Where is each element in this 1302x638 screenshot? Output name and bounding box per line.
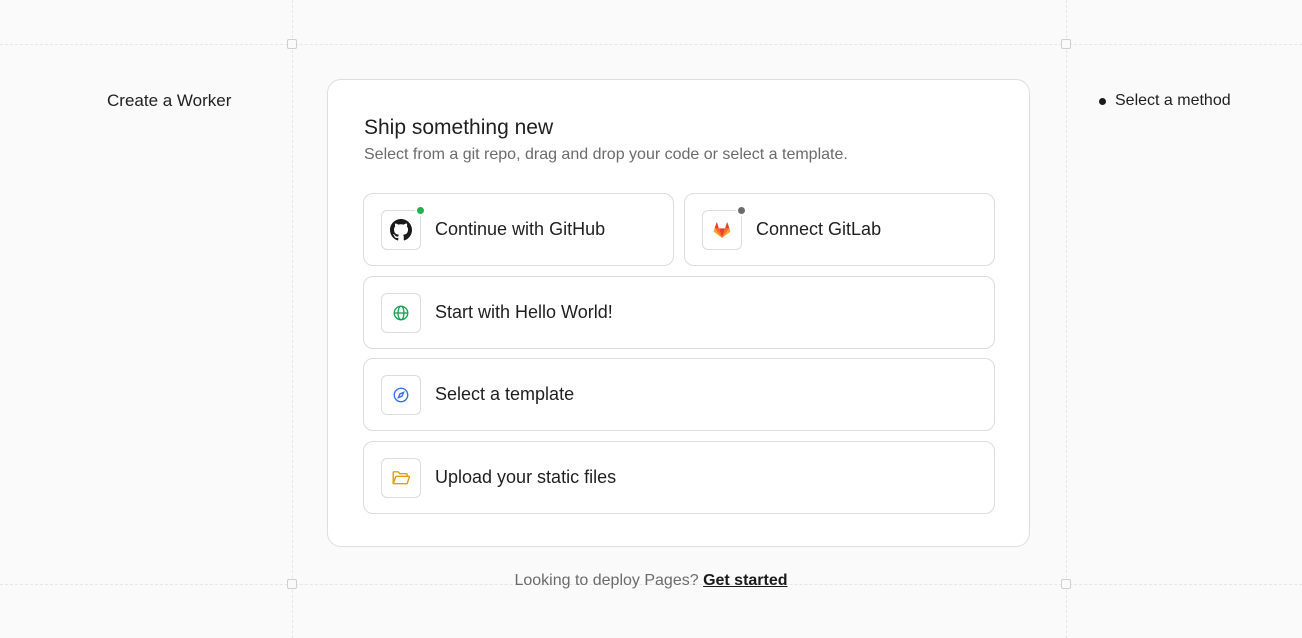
option-label: Select a template (435, 384, 575, 404)
step-select-method: Select a method (1099, 92, 1231, 110)
card-subtitle: Select from a git repo, drag and drop yo… (364, 146, 848, 163)
corner-marker (1061, 39, 1071, 49)
start-hello-world-button[interactable]: Start with Hello World! (363, 276, 995, 349)
stage: Create a Worker Select a method Ship som… (0, 0, 1302, 638)
guide-line-right (1066, 0, 1067, 638)
corner-marker (287, 39, 297, 49)
step-label: Select a method (1115, 92, 1231, 109)
option-label: Continue with GitHub (435, 219, 606, 239)
compass-icon (381, 374, 421, 415)
gitlab-icon (702, 204, 747, 250)
guide-line-top (0, 44, 1302, 45)
method-card: Ship something new Select from a git rep… (327, 79, 1030, 547)
disconnected-status-dot (736, 204, 747, 216)
footer-text: Looking to deploy Pages? (514, 572, 699, 589)
pages-footer: Looking to deploy Pages? Get started (0, 572, 1302, 590)
page-title: Create a Worker (107, 91, 232, 110)
upload-static-files-button[interactable]: Upload your static files (363, 441, 995, 514)
get-started-link[interactable]: Get started (703, 572, 787, 589)
folder-open-icon (381, 457, 421, 498)
card-title: Ship something new (364, 116, 554, 139)
option-label: Upload your static files (435, 467, 617, 487)
option-label: Connect GitLab (756, 219, 882, 239)
step-bullet-icon (1099, 97, 1106, 105)
connected-status-dot (415, 204, 426, 216)
continue-github-button[interactable]: Continue with GitHub (363, 193, 674, 266)
connect-gitlab-button[interactable]: Connect GitLab (684, 193, 995, 266)
guide-line-left (292, 0, 293, 638)
globe-icon (381, 292, 421, 333)
select-template-button[interactable]: Select a template (363, 358, 995, 431)
github-icon (381, 204, 426, 250)
option-label: Start with Hello World! (435, 302, 613, 322)
